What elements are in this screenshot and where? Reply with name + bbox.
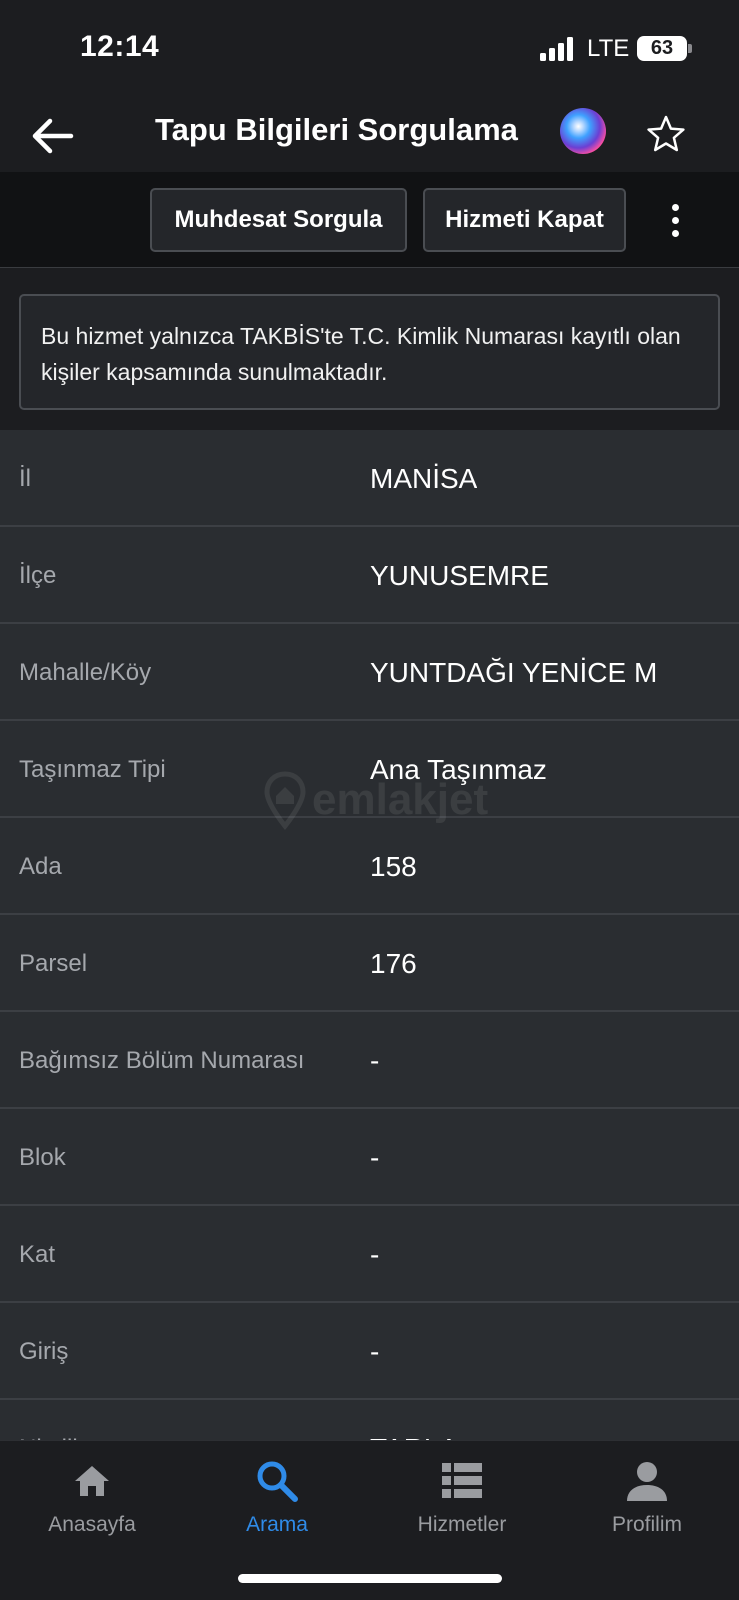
tab-label: Profilim: [611, 1513, 682, 1536]
battery-level: 63: [650, 37, 674, 59]
detail-value: -: [370, 1239, 380, 1270]
battery-icon: 63: [637, 36, 687, 61]
info-message: Bu hizmet yalnızca TAKBİS'te T.C. Kimlik…: [19, 294, 720, 410]
back-button[interactable]: [26, 110, 78, 162]
info-section: Bu hizmet yalnızca TAKBİS'te T.C. Kimlik…: [0, 268, 739, 430]
detail-value: -: [370, 1142, 380, 1173]
tab-label: Arama: [246, 1513, 308, 1536]
detail-value: 158: [370, 851, 417, 882]
detail-label: Kat: [19, 1241, 56, 1268]
tab-arama[interactable]: Arama: [202, 1457, 352, 1557]
tab-hizmetler[interactable]: Hizmetler: [387, 1457, 537, 1557]
arrow-left-icon: [32, 118, 74, 154]
detail-row: İlçe YUNUSEMRE: [0, 527, 739, 624]
tab-profilim[interactable]: Profilim: [572, 1457, 722, 1557]
tab-label: Anasayfa: [48, 1513, 136, 1536]
detail-row: Ada 158: [0, 818, 739, 915]
star-outline-icon: [647, 115, 685, 152]
detail-row: Giriş -: [0, 1303, 739, 1400]
detail-label: Giriş: [19, 1338, 69, 1365]
detail-label: İlçe: [19, 562, 57, 589]
detail-row: Bağımsız Bölüm Numarası -: [0, 1012, 739, 1109]
detail-value: TARLA: [370, 1400, 458, 1440]
detail-value: MANİSA: [370, 463, 478, 494]
detail-value: Ana Taşınmaz: [370, 754, 547, 785]
detail-label: Mahalle/Köy: [19, 659, 152, 686]
home-indicator[interactable]: [238, 1574, 502, 1583]
detail-label: Ada: [19, 853, 62, 880]
status-bar: 12:14 LTE 63: [0, 0, 739, 100]
cellular-signal-icon: [540, 37, 576, 61]
detail-label: Bağımsız Bölüm Numarası: [19, 1047, 305, 1074]
toolbar: Muhdesat Sorgula Hizmeti Kapat: [0, 172, 739, 268]
detail-row: Blok -: [0, 1109, 739, 1206]
detail-row: Mahalle/Köy YUNTDAĞI YENİCE M: [0, 624, 739, 721]
detail-label: Blok: [19, 1144, 66, 1171]
detail-row: İl MANİSA: [0, 430, 739, 527]
detail-value: -: [370, 1045, 380, 1076]
detail-row: Parsel 176: [0, 915, 739, 1012]
network-type: LTE: [587, 35, 630, 62]
more-vertical-icon[interactable]: [660, 194, 690, 246]
detail-row: Nitelik TARLA: [0, 1400, 739, 1440]
detail-value: YUNUSEMRE: [370, 560, 549, 591]
detail-label: Nitelik: [19, 1400, 84, 1440]
property-details: İl MANİSA İlçe YUNUSEMRE Mahalle/Köy YUN…: [0, 430, 739, 1440]
detail-value: -: [370, 1336, 380, 1367]
detail-label: İl: [19, 465, 31, 492]
nav-bar: Tapu Bilgileri Sorgulama: [0, 100, 739, 172]
screen: 12:14 LTE 63 Tapu Bilgileri Sorgulama Mu…: [0, 0, 739, 1600]
detail-value: YUNTDAĞI YENİCE M: [370, 657, 658, 688]
home-icon: [75, 1466, 109, 1496]
hizmeti-kapat-button[interactable]: Hizmeti Kapat: [423, 188, 626, 252]
detail-row: Kat -: [0, 1206, 739, 1303]
tab-anasayfa[interactable]: Anasayfa: [17, 1457, 167, 1557]
detail-label: Taşınmaz Tipi: [19, 756, 166, 783]
battery-tip: [688, 44, 692, 53]
muhdesat-sorgula-button[interactable]: Muhdesat Sorgula: [150, 188, 407, 252]
detail-value: 176: [370, 948, 417, 979]
favorite-button[interactable]: [640, 108, 692, 160]
search-icon: [257, 1461, 298, 1502]
page-title: Tapu Bilgileri Sorgulama: [155, 112, 518, 147]
person-icon: [627, 1462, 667, 1501]
detail-row: Taşınmaz Tipi Ana Taşınmaz: [0, 721, 739, 818]
list-icon: [442, 1463, 482, 1498]
tab-label: Hizmetler: [417, 1513, 507, 1536]
siri-icon[interactable]: [560, 108, 606, 154]
status-time: 12:14: [80, 30, 160, 63]
detail-label: Parsel: [19, 950, 88, 977]
